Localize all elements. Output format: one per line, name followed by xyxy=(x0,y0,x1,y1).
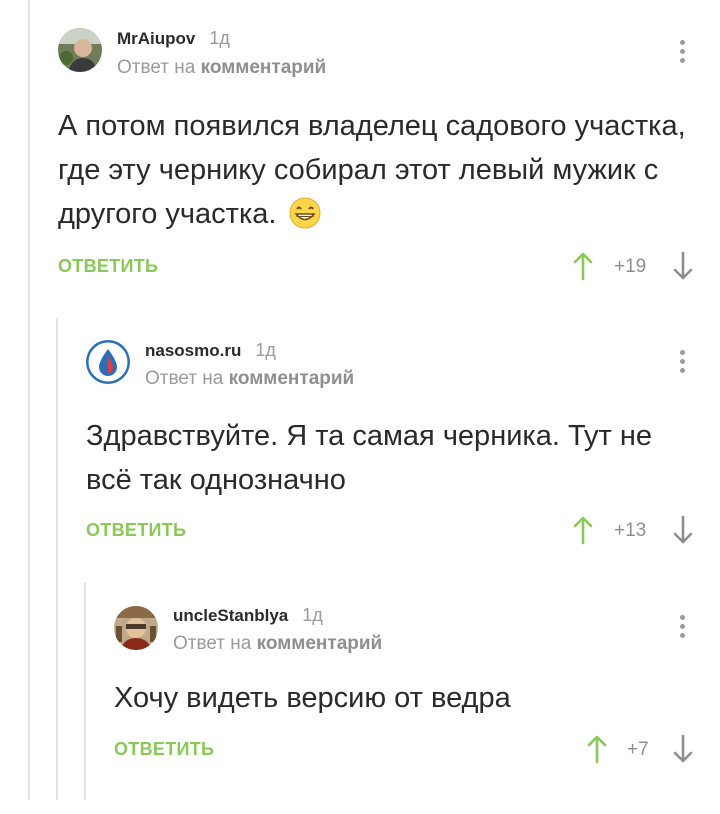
reply-button[interactable]: ОТВЕТИТЬ xyxy=(114,739,214,760)
kebab-menu-icon[interactable] xyxy=(676,350,688,380)
downvote-arrow-icon[interactable] xyxy=(672,734,694,764)
reply-target-link[interactable]: комментарий xyxy=(257,633,383,654)
thread-line-level-2 xyxy=(56,318,58,800)
reply-target-link[interactable]: комментарий xyxy=(201,57,327,78)
downvote-arrow-icon[interactable] xyxy=(672,515,694,545)
reply-to-line: Ответ на комментарий xyxy=(145,368,354,390)
avatar[interactable] xyxy=(114,606,158,650)
comment-text-content: А потом появился владелец садового участ… xyxy=(58,110,686,230)
reply-target-link[interactable]: комментарий xyxy=(229,368,355,389)
rating-value: +19 xyxy=(614,256,647,277)
comment-author[interactable]: nasosmo.ru 1д xyxy=(145,340,276,361)
upvote-arrow-icon[interactable] xyxy=(572,515,594,545)
reply-prefix: Ответ на xyxy=(117,57,196,78)
comment-time: 1д xyxy=(255,340,276,360)
downvote-arrow-icon[interactable] xyxy=(672,251,694,281)
comment-text: А потом появился владелец садового участ… xyxy=(58,104,698,242)
reply-button[interactable]: ОТВЕТИТЬ xyxy=(58,256,158,277)
reply-prefix: Ответ на xyxy=(173,633,252,654)
grinning-emoji xyxy=(289,197,321,242)
comment-author[interactable]: MrAiupov 1д xyxy=(117,28,230,49)
avatar[interactable] xyxy=(86,340,130,384)
avatar[interactable] xyxy=(58,28,102,72)
rating-value: +7 xyxy=(627,739,649,760)
upvote-arrow-icon[interactable] xyxy=(572,251,594,281)
comment-text: Хочу видеть версию от ведра xyxy=(114,682,511,714)
reply-button[interactable]: ОТВЕТИТЬ xyxy=(86,520,186,541)
reply-to-line: Ответ на комментарий xyxy=(173,633,382,655)
thread-line-level-1 xyxy=(28,0,30,800)
comment-time: 1д xyxy=(209,28,230,48)
upvote-arrow-icon[interactable] xyxy=(586,734,608,764)
reply-prefix: Ответ на xyxy=(145,368,224,389)
author-name[interactable]: MrAiupov xyxy=(117,29,195,48)
thread-line-level-3 xyxy=(84,582,86,800)
reply-to-line: Ответ на комментарий xyxy=(117,57,326,79)
comment-author[interactable]: uncleStanblya 1д xyxy=(173,605,323,626)
author-name[interactable]: nasosmo.ru xyxy=(145,341,241,360)
comment-time: 1д xyxy=(302,605,323,625)
comment-text: Здравствуйте. Я та самая черника. Тут не… xyxy=(86,420,653,496)
kebab-menu-icon[interactable] xyxy=(676,615,688,645)
author-name[interactable]: uncleStanblya xyxy=(173,606,288,625)
rating-value: +13 xyxy=(614,520,647,541)
kebab-menu-icon[interactable] xyxy=(676,40,688,70)
